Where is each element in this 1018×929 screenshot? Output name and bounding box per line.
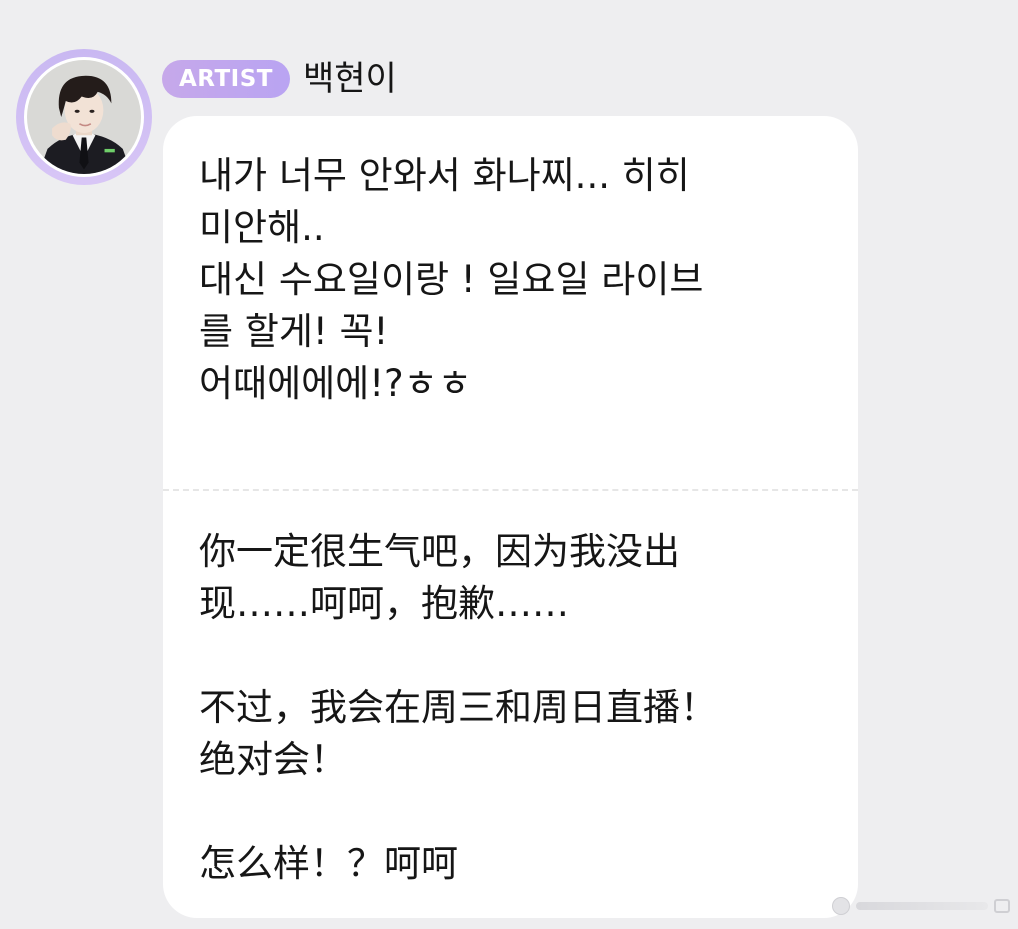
message-korean: 내가 너무 안와서 화나찌... 히히 미안해.. 대신 수요일이랑 ! 일요일…: [199, 154, 704, 405]
avatar-frame: [24, 57, 144, 177]
avatar[interactable]: [16, 49, 152, 185]
message-translation: 你一定很生气吧，因为我没出 现……呵呵，抱歉…… 不过，我会在周三和周日直播！ …: [199, 530, 717, 885]
avatar-photo-icon: [27, 60, 141, 174]
author-name[interactable]: 백현이: [303, 62, 397, 96]
scrollbar-track[interactable]: [856, 902, 988, 910]
translation-divider: [163, 489, 858, 491]
scrollbar-end-icon: [994, 899, 1010, 913]
post-header: ARTIST 백현이: [162, 58, 397, 100]
artist-badge: ARTIST: [162, 60, 290, 98]
scrollbar-thumb-icon[interactable]: [832, 897, 850, 915]
message-bubble[interactable]: 내가 너무 안와서 화나찌... 히히 미안해.. 대신 수요일이랑 ! 일요일…: [163, 116, 858, 918]
horizontal-scrollbar[interactable]: [832, 897, 1010, 915]
